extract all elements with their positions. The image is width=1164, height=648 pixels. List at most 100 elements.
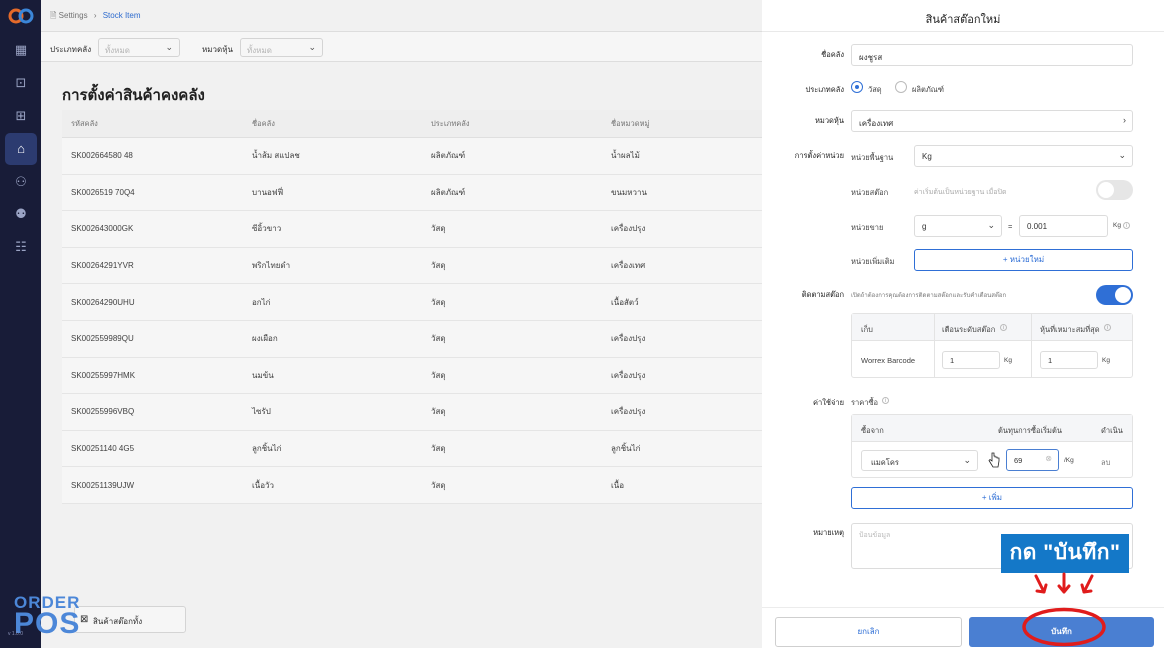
annotation-circle <box>1022 607 1106 647</box>
table-header: รหัสคลัง ชื่อคลัง ประเภทคลัง ชื่อหมวดหมู… <box>62 110 762 138</box>
sliders-icon[interactable]: ☷ <box>8 234 34 260</box>
table-row[interactable]: SK00264291YVR พริกไทยดำ วัสดุ เครื่องเทศ <box>62 248 762 285</box>
sale-ratio-input[interactable]: 0.001 <box>1019 215 1108 237</box>
table-cell: วัสดุ <box>431 480 446 490</box>
column-header[interactable]: รหัสคลัง <box>71 110 98 137</box>
table-row[interactable]: SK0026519 70Q4 บานอฟฟี่ ผลิตภัณฑ์ ขนมหวาน <box>62 175 762 212</box>
table-row[interactable]: SK002664580 48 น้ำส้ม สแปลช ผลิตภัณฑ์ น้ำผล… <box>62 138 762 175</box>
user-settings-icon[interactable]: ⚉ <box>8 201 34 227</box>
filter-type-select[interactable]: ทั้งหมด ⌄ <box>98 38 180 57</box>
cancel-button[interactable]: ยกเลิก <box>775 617 962 647</box>
stock-alert-unit: Kg <box>1004 357 1012 364</box>
purchase-table: ซื้อจาก ต้นทุนการซื้อเริ่มต้น ดำเนิน แมค… <box>851 414 1133 478</box>
table-cell: เครื่องปรุง <box>611 224 646 234</box>
table-cell: ผงเผือก <box>252 334 278 344</box>
stock-col-optimal: หุ้นที่เหมาะสมที่สุด <box>1040 325 1100 334</box>
stock-col-store: เก็บ <box>861 325 873 334</box>
app-logo[interactable] <box>8 6 34 26</box>
type-radio-material[interactable] <box>851 81 863 93</box>
dashboard-icon[interactable]: ▦ <box>8 37 34 63</box>
filter-category-label: หมวดหุ้น <box>202 45 233 54</box>
stock-alert-table: เก็บ เตือนระดับสต๊อก i หุ้นที่เหมาะสมที่… <box>851 313 1133 378</box>
table-cell: ลูกชิ้นไก่ <box>611 444 641 454</box>
purchase-price-input[interactable]: 69 ⊗ <box>1006 449 1059 471</box>
table-cell: เครื่องปรุง <box>611 407 646 417</box>
users-icon[interactable]: ⚇ <box>8 169 34 195</box>
table-row[interactable]: SK00255997HMK นมข้น วัสดุ เครื่องปรุง <box>62 358 762 395</box>
orders-icon[interactable]: ⊡ <box>8 70 34 96</box>
table-cell: วัสดุ <box>431 334 446 344</box>
table-cell: วัสดุ <box>431 224 446 234</box>
table-cell: ไซรัป <box>252 407 271 417</box>
table-row[interactable]: SK00251140 4G5 ลูกชิ้นไก่ วัสดุ ลูกชิ้นไก่ <box>62 431 762 468</box>
app-version: v 1.0.0 <box>8 631 24 637</box>
stock-alert-value: 1 <box>950 356 955 365</box>
table-row[interactable]: SK002559989QU ผงเผือก วัสดุ เครื่องปรุง <box>62 321 762 358</box>
shopping-bag-icon[interactable]: ⊞ <box>8 103 34 129</box>
info-icon: i <box>1000 324 1007 331</box>
stock-all-button[interactable]: ⊠ สินค้าสต๊อกทั้ง <box>74 606 186 633</box>
table-cell: วัสดุ <box>431 407 446 417</box>
sale-ratio-value: 0.001 <box>1027 222 1048 231</box>
delete-row-button[interactable]: ลบ <box>1101 457 1110 469</box>
supplier-select[interactable]: แมคโคร ⌄ <box>861 450 978 471</box>
name-input[interactable]: ผงชูรส <box>851 44 1133 66</box>
filter-category-value: ทั้งหมด <box>247 46 272 55</box>
filter-bar: ประเภทคลัง ทั้งหมด ⌄ หมวดหุ้น ทั้งหมด ⌄ <box>41 31 762 62</box>
add-unit-button[interactable]: + หน่วยใหม่ <box>914 249 1133 271</box>
table-cell: อกไก่ <box>252 297 271 307</box>
warehouse-icon[interactable]: ⌂ <box>5 133 37 165</box>
brand-line2: POS <box>14 607 81 640</box>
table-row[interactable]: SK00251139UJW เนื้อวัว วัสดุ เนื้อ <box>62 467 762 504</box>
breadcrumb-current: Stock Item <box>102 11 141 20</box>
track-stock-toggle[interactable] <box>1096 285 1133 305</box>
stock-alert-input[interactable]: 1 <box>942 351 1000 369</box>
table-cell: นมข้น <box>252 370 274 380</box>
main-content: 🗎 Settings › Stock Item ประเภทคลัง ทั้งห… <box>41 0 803 648</box>
breadcrumb-separator: › <box>93 11 97 20</box>
filter-type-value: ทั้งหมด <box>105 46 130 55</box>
purchase-col-action: ดำเนิน <box>1101 426 1123 435</box>
stock-optimal-input[interactable]: 1 <box>1040 351 1098 369</box>
stock-col-alert: เตือนระดับสต๊อก <box>942 325 996 334</box>
table-cell: เครื่องเทศ <box>611 261 646 271</box>
table-cell: SK002643000GK <box>71 224 134 234</box>
category-select[interactable]: เครื่องเทศ › <box>851 110 1133 132</box>
stock-all-label: สินค้าสต๊อกทั้ง <box>93 617 143 626</box>
filter-type-label: ประเภทคลัง <box>50 45 92 54</box>
info-icon: i <box>1123 222 1130 229</box>
type-radio-product[interactable] <box>895 81 907 93</box>
chevron-down-icon: ⌄ <box>308 42 316 52</box>
column-header[interactable]: ประเภทคลัง <box>431 110 470 137</box>
table-cell: วัสดุ <box>431 370 446 380</box>
table-cell: SK00255996VBQ <box>71 407 135 417</box>
table-cell: เครื่องปรุง <box>611 334 646 344</box>
extra-unit-label: หน่วยเพิ่มเติม <box>851 257 895 266</box>
sale-unit-select[interactable]: g ⌄ <box>914 215 1002 237</box>
equals-sign: = <box>1008 222 1013 231</box>
category-value: เครื่องเทศ <box>859 119 894 128</box>
unit-settings-label: การตั้งค่าหน่วย <box>794 151 844 160</box>
add-supplier-button[interactable]: + เพิ่ม <box>851 487 1133 509</box>
table-cell: น้ำส้ม สแปลช <box>252 151 300 161</box>
info-icon: i <box>882 397 889 404</box>
type-option-product[interactable]: ผลิตภัณฑ์ <box>912 84 944 96</box>
stock-unit-toggle[interactable] <box>1096 180 1133 200</box>
base-unit-select[interactable]: Kg ⌄ <box>914 145 1133 167</box>
breadcrumb-settings[interactable]: Settings <box>59 11 88 20</box>
table-row[interactable]: SK00264290UHU อกไก่ วัสดุ เนื้อสัตว์ <box>62 284 762 321</box>
sale-ratio-unit: Kg <box>1113 222 1121 229</box>
table-cell: วัสดุ <box>431 261 446 271</box>
filter-category-select[interactable]: ทั้งหมด ⌄ <box>240 38 323 57</box>
clear-icon[interactable]: ⊗ <box>1045 454 1052 463</box>
table-row[interactable]: SK00255996VBQ ไซรัป วัสดุ เครื่องปรุง <box>62 394 762 431</box>
table-cell: SK00264291YVR <box>71 261 134 271</box>
table-row[interactable]: SK002643000GK ซีอิ้วขาว วัสดุ เครื่องปรุง <box>62 211 762 248</box>
chevron-right-icon: › <box>1123 115 1126 125</box>
hand-cursor-icon <box>988 452 1000 468</box>
type-option-material[interactable]: วัสดุ <box>868 84 882 96</box>
table-cell: เนื้อ <box>611 480 625 490</box>
column-header[interactable]: ชื่อหมวดหมู่ <box>611 110 649 137</box>
column-header[interactable]: ชื่อคลัง <box>252 110 275 137</box>
sidebar: ▦ ⊡ ⊞ ⌂ ⚇ ⚉ ☷ <box>0 0 41 648</box>
